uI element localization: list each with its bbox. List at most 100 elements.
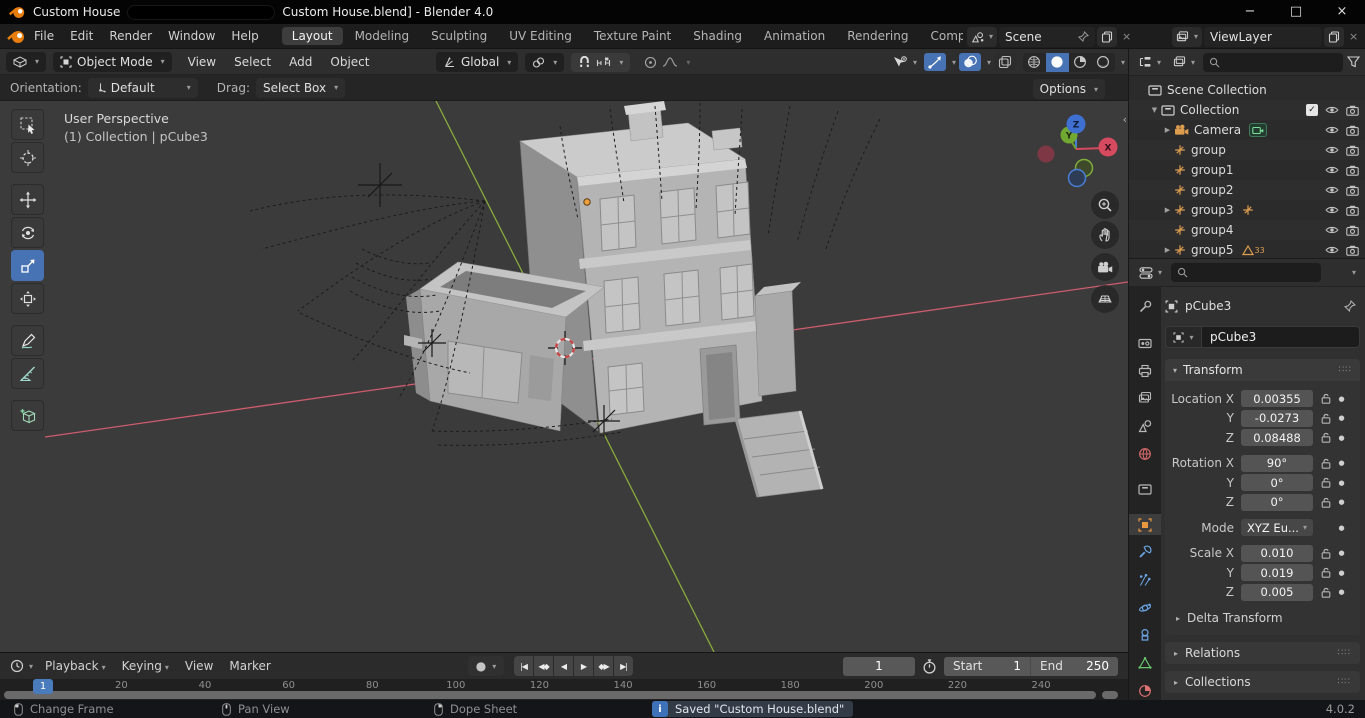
scale-tool[interactable] <box>11 250 44 281</box>
drag-handle-icon[interactable]: ∷∷ <box>1338 648 1351 658</box>
shading-solid-button[interactable] <box>1045 52 1069 72</box>
chevron-down-icon[interactable]: ▾ <box>987 58 991 67</box>
orientation-dropdown[interactable]: Default ▾ <box>87 77 198 98</box>
pivot-point-dropdown[interactable]: ▾ <box>525 52 565 72</box>
lock-toggle[interactable] <box>1316 567 1335 579</box>
filter-icon[interactable] <box>1347 56 1360 68</box>
scene-name-field[interactable]: Scene <box>999 26 1096 47</box>
transform-tool[interactable] <box>11 283 44 314</box>
lock-toggle[interactable] <box>1316 413 1335 424</box>
disable-in-renders-toggle[interactable] <box>1346 185 1359 196</box>
new-viewlayer-button[interactable] <box>1324 26 1345 47</box>
start-frame-field[interactable]: Start 1 <box>944 656 1030 676</box>
hide-in-viewport-toggle[interactable] <box>1325 165 1339 175</box>
lock-toggle[interactable] <box>1316 432 1335 444</box>
timeline-ruler[interactable]: 20 40 60 80 100 120 140 160 180 200 220 240 1 <box>0 679 1128 701</box>
workspace-tab-shading[interactable]: Shading <box>683 27 752 45</box>
menu-render[interactable]: Render <box>101 29 160 43</box>
new-scene-button[interactable] <box>1097 26 1118 47</box>
lock-toggle[interactable] <box>1316 477 1335 489</box>
timeline-menu-playback[interactable]: Playback ▾ <box>37 659 114 673</box>
properties-tab-material[interactable] <box>1129 680 1161 701</box>
lock-toggle[interactable] <box>1316 458 1335 469</box>
add-cube-tool[interactable] <box>11 400 44 431</box>
hide-in-viewport-toggle[interactable] <box>1325 125 1339 135</box>
disable-in-renders-toggle[interactable] <box>1346 125 1359 136</box>
disable-in-renders-toggle[interactable] <box>1346 225 1359 236</box>
outliner-row[interactable]: ▶ group5 33 <box>1129 240 1365 258</box>
collection-checkbox[interactable]: ✓ <box>1306 104 1318 116</box>
disable-in-renders-toggle[interactable] <box>1346 145 1359 156</box>
value-field[interactable]: 0.010 <box>1241 544 1313 562</box>
disable-in-renders-toggle[interactable] <box>1346 245 1359 256</box>
outliner-row[interactable]: group1 <box>1129 160 1365 180</box>
outliner-row[interactable]: group2 <box>1129 180 1365 200</box>
transform-panel-header[interactable]: ▾ Transform ∷∷ <box>1165 359 1360 381</box>
disclosure-icon[interactable]: ▶ <box>1161 206 1174 214</box>
timeline-menu-view[interactable]: View <box>177 659 221 673</box>
previous-keyframe-button[interactable]: ◀◆ <box>534 656 553 676</box>
play-reverse-button[interactable]: ◀ <box>554 656 573 676</box>
options-dropdown[interactable]: Options ▾ <box>1032 79 1105 99</box>
animate-property-dot[interactable]: ● <box>1335 414 1348 422</box>
viewlayer-type-dropdown[interactable]: ▾ <box>1172 26 1203 47</box>
chevron-down-icon[interactable]: ▾ <box>1121 58 1125 67</box>
disable-in-renders-toggle[interactable] <box>1346 205 1359 216</box>
value-field[interactable]: 0° <box>1241 493 1313 511</box>
stopwatch-icon[interactable] <box>922 658 937 674</box>
hide-in-viewport-toggle[interactable] <box>1325 205 1339 215</box>
move-tool[interactable] <box>11 184 44 215</box>
workspace-tab-texture-paint[interactable]: Texture Paint <box>584 27 681 45</box>
disclosure-icon[interactable]: ▼ <box>1148 106 1161 114</box>
shading-material-preview-button[interactable] <box>1069 53 1092 72</box>
timeline-editor-type-button[interactable]: ▾ <box>6 657 37 675</box>
annotate-tool[interactable] <box>11 325 44 356</box>
shading-wireframe-button[interactable] <box>1023 53 1046 72</box>
playhead-marker[interactable]: 1 <box>33 679 53 694</box>
cursor-tool[interactable] <box>11 142 44 173</box>
menu-file[interactable]: File <box>26 29 62 43</box>
value-field[interactable]: 0.08488 <box>1241 429 1313 447</box>
value-field[interactable]: 0.005 <box>1241 583 1313 601</box>
restore-button[interactable]: □ <box>1273 0 1319 24</box>
object-type-visibility-dropdown[interactable]: ▾ <box>888 54 921 70</box>
pan-button[interactable] <box>1091 221 1119 249</box>
drag-handle-icon[interactable]: ∷∷ <box>1339 365 1352 375</box>
outliner-row[interactable]: ▶ Camera <box>1129 120 1365 140</box>
animate-property-dot[interactable]: ● <box>1335 395 1348 403</box>
outliner-row[interactable]: ▼ Collection ✓ <box>1129 100 1365 120</box>
camera-view-button[interactable] <box>1091 253 1119 281</box>
value-field[interactable]: 0.019 <box>1241 564 1313 582</box>
disable-in-renders-toggle[interactable] <box>1346 165 1359 176</box>
animate-property-dot[interactable]: ● <box>1335 524 1348 532</box>
properties-tab-constraints[interactable] <box>1129 625 1161 646</box>
properties-tab-tool[interactable] <box>1129 297 1161 318</box>
disable-in-renders-toggle[interactable] <box>1346 105 1359 116</box>
hide-in-viewport-toggle[interactable] <box>1325 145 1339 155</box>
value-field[interactable]: 0.00355 <box>1241 390 1313 408</box>
animate-property-dot[interactable]: ● <box>1335 549 1348 557</box>
lock-toggle[interactable] <box>1316 587 1335 598</box>
viewport-menu-select[interactable]: Select <box>225 55 280 69</box>
toggle-xray-button[interactable] <box>993 53 1016 71</box>
rotate-tool[interactable] <box>11 217 44 248</box>
properties-tab-render[interactable] <box>1129 333 1161 354</box>
workspace-tab-modeling[interactable]: Modeling <box>345 27 420 45</box>
hide-in-viewport-toggle[interactable] <box>1325 105 1339 115</box>
properties-tab-view-layer[interactable] <box>1129 388 1161 409</box>
properties-tab-object-data[interactable] <box>1129 653 1161 674</box>
scene-selector[interactable]: ▾ Scene × <box>963 26 1135 47</box>
pin-icon[interactable] <box>1344 300 1356 312</box>
measure-tool[interactable] <box>11 358 44 389</box>
navigation-gizmo[interactable]: Y Z X <box>1014 105 1126 201</box>
chevron-down-icon[interactable]: ▾ <box>1352 268 1356 277</box>
mode-selector[interactable]: Object Mode ▾ <box>53 51 172 72</box>
workspace-tab-animation[interactable]: Animation <box>754 27 835 45</box>
animate-property-dot[interactable]: ● <box>1335 434 1348 442</box>
animate-property-dot[interactable]: ● <box>1335 588 1348 596</box>
properties-tab-world[interactable] <box>1129 443 1161 464</box>
menu-edit[interactable]: Edit <box>62 29 101 43</box>
show-gizmo-toggle[interactable] <box>923 53 946 71</box>
hide-in-viewport-toggle[interactable] <box>1325 225 1339 235</box>
object-name-field[interactable]: pCube3 <box>1201 326 1360 348</box>
